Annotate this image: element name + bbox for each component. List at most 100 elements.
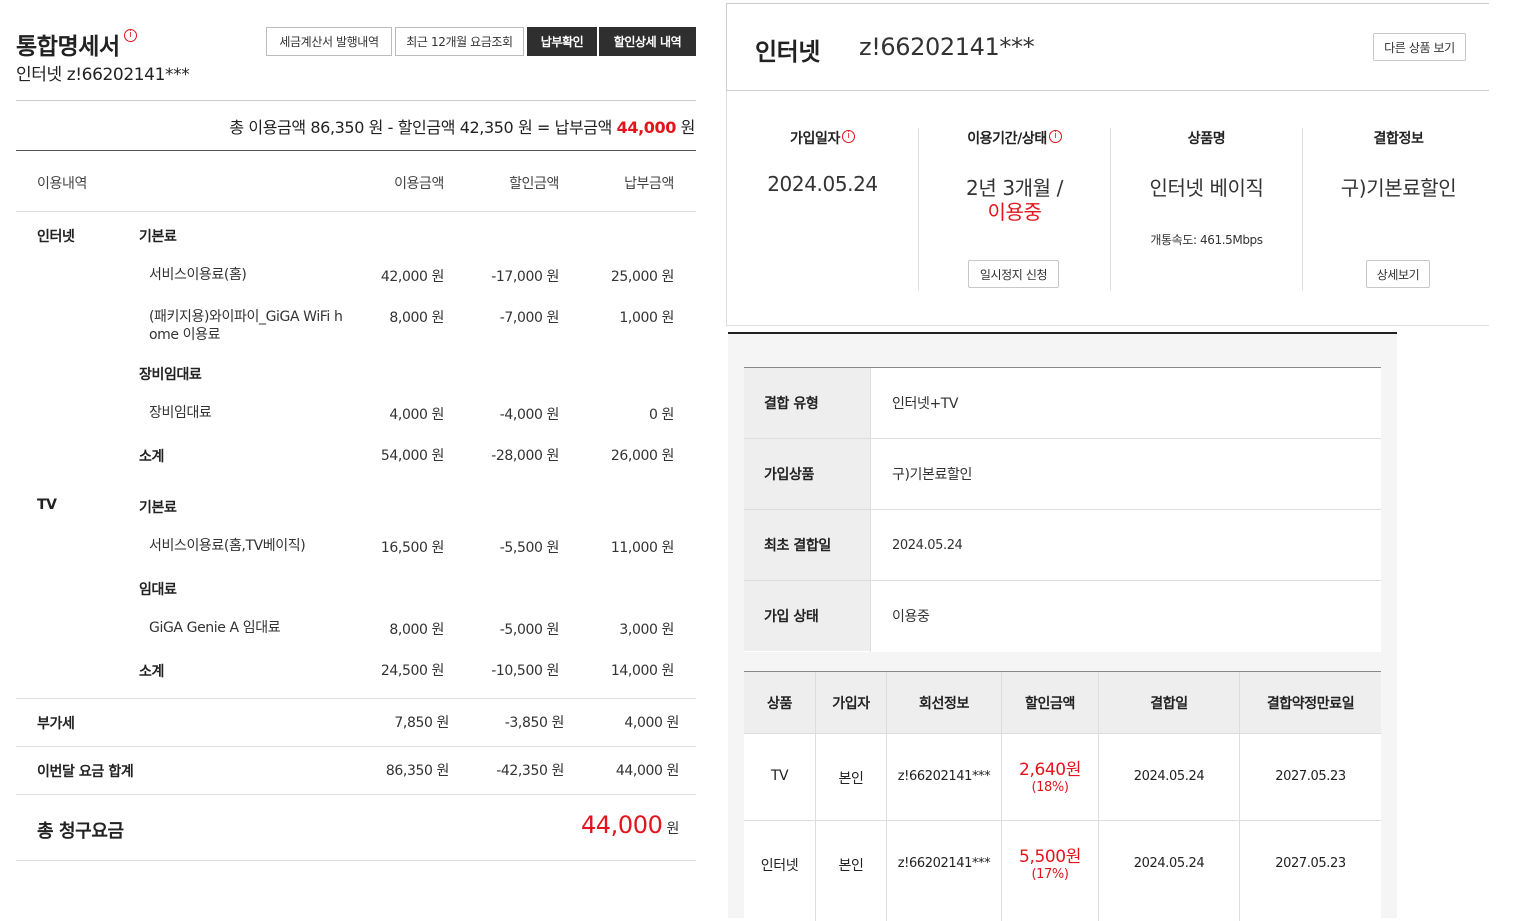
cell-product: 인터넷 <box>760 858 799 874</box>
product-line: z!66202141*** <box>859 33 1035 61</box>
row-use: 8,000 원 <box>389 622 444 638</box>
summary-line: 총 이용금액 86,350 원 - 할인금액 42,350 원 = 납부금액 4… <box>229 118 695 137</box>
grand-total-label: 총 청구요금 <box>37 821 124 842</box>
col-header-discount: 할인금액 <box>509 176 559 192</box>
cell-contract-end: 2027.05.23 <box>1275 769 1346 784</box>
cell-combo-date: 2024.05.24 <box>1133 769 1205 784</box>
row-discount: -7,000 원 <box>499 310 560 326</box>
separator <box>1110 128 1111 290</box>
row-discount: -17,000 원 <box>491 269 559 285</box>
combo-type-label: 결합 유형 <box>744 368 870 438</box>
page-title: 통합명세서 i <box>16 27 137 61</box>
speed-note: 개통속도: 461.5Mbps <box>1150 233 1263 247</box>
row-name-cont: ome 이용료 <box>149 327 221 343</box>
status-value: 이용중 <box>987 200 1042 224</box>
subtotal-label: 소계 <box>139 449 164 465</box>
subtotal-discount: -10,500 원 <box>491 663 559 679</box>
row-discount: -5,000 원 <box>499 622 560 638</box>
row-name: 서비스이용료(홈) <box>149 267 247 283</box>
row-discount: -5,500 원 <box>499 540 560 556</box>
divider <box>16 100 696 101</box>
combo-info-table: 결합 유형 인터넷+TV 가입상품 구)기본료할인 최초 결합일 2024.05… <box>744 367 1381 652</box>
th-combo-date: 결합일 <box>1150 696 1188 712</box>
vat-payment: 4,000 원 <box>624 715 679 731</box>
join-status-label: 가입 상태 <box>744 581 870 651</box>
product-name-value: 인터넷 베이직 <box>1149 176 1264 200</box>
cell-owner: 본인 <box>838 771 864 787</box>
row-discount: -4,000 원 <box>499 407 560 423</box>
cell-line: z!66202141*** <box>897 856 991 871</box>
group-basic: 기본료 <box>139 229 177 245</box>
pause-request-button[interactable]: 일시정지 신청 <box>968 260 1059 288</box>
combo-info-header: 결합정보 <box>1373 131 1424 147</box>
row-use: 8,000 원 <box>389 310 444 326</box>
cell-discount: 2,640원 <box>1019 760 1081 780</box>
row-name: 서비스이용료(홈,TV베이직) <box>149 538 306 554</box>
subtotal-payment: 14,000 원 <box>610 663 675 679</box>
info-icon[interactable]: i <box>841 130 855 143</box>
row-name: (패키지용)와이파이_GiGA WiFi h <box>149 309 343 325</box>
divider <box>16 794 696 795</box>
divider <box>16 746 696 747</box>
subtotal-payment: 26,000 원 <box>610 448 675 464</box>
th-product: 상품 <box>767 696 792 712</box>
cell-owner: 본인 <box>838 858 864 874</box>
group-rent: 임대료 <box>139 582 177 598</box>
other-product-button[interactable]: 다른 상품 보기 <box>1373 33 1466 61</box>
period-status-header: 이용기간/상태 i <box>919 128 1110 148</box>
product-name-header: 상품명 <box>1187 131 1226 147</box>
section-internet: 인터넷 <box>37 229 75 245</box>
row-payment: 25,000 원 <box>610 269 675 285</box>
page-subtitle: 인터넷 z!66202141*** <box>16 65 190 85</box>
subtotal-use: 54,000 원 <box>380 448 445 464</box>
row-payment: 11,000 원 <box>610 540 675 556</box>
th-discount: 할인금액 <box>1025 696 1075 712</box>
row-name: GiGA Genie A 임대료 <box>149 620 281 636</box>
join-date-value: 2024.05.24 <box>767 172 878 196</box>
cell-discount-pct: (17%) <box>1031 867 1069 882</box>
combo-info-value: 구)기본료할인 <box>1340 176 1457 200</box>
row-payment: 0 원 <box>648 407 674 423</box>
detail-view-button[interactable]: 상세보기 <box>1366 260 1430 288</box>
info-icon[interactable]: i <box>1048 130 1062 143</box>
combo-type-value: 인터넷+TV <box>892 396 959 412</box>
row-name: 장비임대료 <box>149 405 212 421</box>
combo-detail-panel: 결합 유형 인터넷+TV 가입상품 구)기본료할인 최초 결합일 2024.05… <box>728 332 1397 921</box>
month-total-payment: 44,000 원 <box>615 763 680 779</box>
divider <box>16 860 696 861</box>
cell-discount-pct: (18%) <box>1031 780 1069 795</box>
payment-check-button[interactable]: 납부확인 <box>527 27 597 56</box>
th-line: 회선정보 <box>919 696 969 712</box>
separator <box>870 368 871 652</box>
tax-invoice-button[interactable]: 세금계산서 발행내역 <box>266 27 392 56</box>
col-header-usage: 이용내역 <box>37 176 87 192</box>
group-equipment: 장비임대료 <box>139 367 202 383</box>
subtotal-discount: -28,000 원 <box>491 448 559 464</box>
table-row: 인터넷 본인 z!66202141*** 5,500원 (17%) 2024.0… <box>744 821 1381 921</box>
divider <box>16 150 696 151</box>
subtotal-label: 소계 <box>139 664 164 680</box>
divider <box>16 211 696 212</box>
joined-product-label: 가입상품 <box>744 439 870 509</box>
subtotal-use: 24,500 원 <box>380 663 445 679</box>
cell-combo-date: 2024.05.24 <box>1133 856 1205 871</box>
vat-label: 부가세 <box>37 716 75 732</box>
row-payment: 3,000 원 <box>619 622 674 638</box>
month-total-use: 86,350 원 <box>385 763 450 779</box>
cell-line: z!66202141*** <box>897 769 991 784</box>
vat-use: 7,850 원 <box>394 715 449 731</box>
combo-members-table: 상품 가입자 회선정보 할인금액 결합일 결합약정만료일 TV 본인 z!662… <box>744 671 1381 921</box>
row-use: 4,000 원 <box>389 407 444 423</box>
info-icon[interactable]: i <box>123 29 137 42</box>
row-use: 16,500 원 <box>380 540 445 556</box>
join-status-value: 이용중 <box>892 609 930 625</box>
yearly-fee-button[interactable]: 최근 12개월 요금조회 <box>395 27 524 56</box>
cell-discount: 5,500원 <box>1019 847 1081 867</box>
discount-detail-button[interactable]: 할인상세 내역 <box>599 27 696 56</box>
joined-product-value: 구)기본료할인 <box>892 467 972 483</box>
col-header-use: 이용금액 <box>394 176 444 192</box>
product-title: 인터넷 <box>755 38 821 66</box>
first-combo-date-label: 최초 결합일 <box>744 510 870 580</box>
separator <box>1302 128 1303 290</box>
th-owner: 가입자 <box>832 696 870 712</box>
